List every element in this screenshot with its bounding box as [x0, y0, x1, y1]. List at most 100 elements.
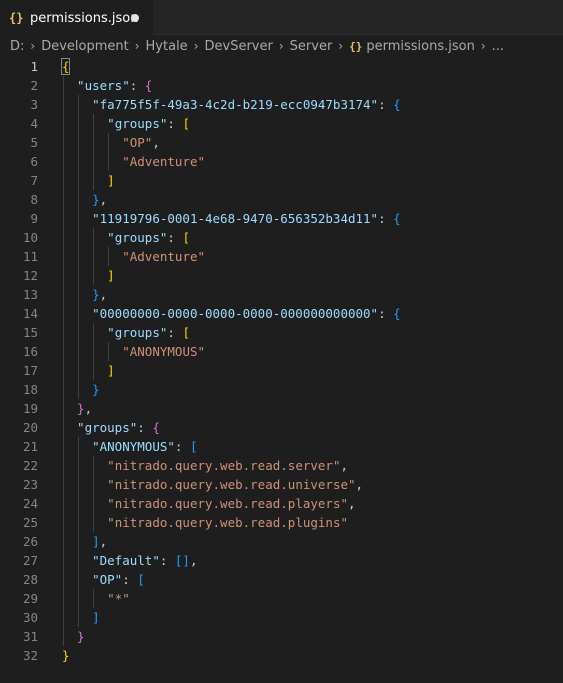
breadcrumb-drive[interactable]: D:	[10, 39, 24, 54]
code-line[interactable]: 16 "ANONYMOUS"	[0, 342, 563, 361]
indent-guide	[93, 114, 95, 190]
code-token: :	[167, 230, 183, 245]
code-text: "11919796-0001-4e68-9470-656352b34d11": …	[92, 211, 401, 226]
code-text: "Adventure"	[122, 249, 205, 264]
code-token: ,	[340, 458, 348, 473]
chevron-right-icon: ›	[338, 39, 344, 53]
code-token: "00000000-0000-0000-0000-000000000000"	[92, 306, 379, 321]
indent-guide	[78, 95, 80, 399]
code-text: "Adventure"	[122, 154, 205, 169]
code-line[interactable]: 14 "00000000-0000-0000-0000-000000000000"…	[0, 304, 563, 323]
code-line[interactable]: 9 "11919796-0001-4e68-9470-656352b34d11":…	[0, 209, 563, 228]
line-number: 10	[22, 230, 38, 245]
code-token: :	[378, 211, 394, 226]
code-text: "00000000-0000-0000-0000-000000000000": …	[92, 306, 401, 321]
line-number: 7	[30, 173, 38, 188]
unsaved-changes-dot-icon[interactable]	[131, 14, 139, 22]
code-token: [	[182, 230, 190, 245]
code-line[interactable]: 11 "Adventure"	[0, 247, 563, 266]
breadcrumb-file[interactable]: permissions.json	[366, 39, 474, 54]
code-text: "ANONYMOUS"	[122, 344, 205, 359]
code-text: "groups": [	[107, 230, 190, 245]
breadcrumb-devserver[interactable]: DevServer	[205, 39, 273, 54]
line-number: 26	[22, 534, 38, 549]
indent-guide	[108, 247, 110, 266]
code-line[interactable]: 25 "nitrado.query.web.read.plugins"	[0, 513, 563, 532]
code-line[interactable]: 6 "Adventure"	[0, 152, 563, 171]
code-token: ,	[99, 534, 108, 549]
code-token: ,	[84, 401, 93, 416]
code-token: }	[92, 287, 100, 302]
code-text: "nitrado.query.web.read.plugins"	[107, 515, 348, 530]
code-line[interactable]: 4 "groups": [	[0, 114, 563, 133]
code-token: "11919796-0001-4e68-9470-656352b34d11"	[92, 211, 379, 226]
line-number: 15	[22, 325, 38, 340]
code-token: {	[393, 97, 401, 112]
code-editor[interactable]: 1{2 "users": {3 "fa775f5f-49a3-4c2d-b219-e…	[0, 57, 563, 683]
chevron-right-icon: ›	[134, 39, 140, 53]
code-token: {	[393, 211, 401, 226]
code-line[interactable]: 8},	[0, 190, 563, 209]
code-token: [	[137, 572, 145, 587]
code-line[interactable]: 27 "Default": [],	[0, 551, 563, 570]
code-line[interactable]: 30]	[0, 608, 563, 627]
line-number: 12	[22, 268, 38, 283]
code-token: ]	[107, 363, 115, 378]
code-token: "ANONYMOUS"	[122, 344, 206, 359]
code-token: "groups"	[77, 420, 138, 435]
code-line[interactable]: 1{	[0, 57, 563, 76]
code-line[interactable]: 15 "groups": [	[0, 323, 563, 342]
code-line[interactable]: 21 "ANONYMOUS": [	[0, 437, 563, 456]
code-line[interactable]: 26],	[0, 532, 563, 551]
code-line[interactable]: 31}	[0, 627, 563, 646]
code-line[interactable]: 18}	[0, 380, 563, 399]
code-line[interactable]: 2 "users": {	[0, 76, 563, 95]
code-line[interactable]: 13},	[0, 285, 563, 304]
code-line[interactable]: 19},	[0, 399, 563, 418]
line-number: 29	[22, 591, 38, 606]
tab-label: permissions.json	[30, 10, 139, 26]
code-token: }	[77, 629, 85, 644]
line-number: 18	[22, 382, 38, 397]
code-token: "OP"	[122, 135, 153, 150]
breadcrumb-development[interactable]: Development	[41, 39, 129, 54]
code-line[interactable]: 28 "OP": [	[0, 570, 563, 589]
code-token: }	[92, 192, 100, 207]
code-text: "ANONYMOUS": [	[92, 439, 197, 454]
code-token: "Adventure"	[122, 154, 206, 169]
code-text: "nitrado.query.web.read.universe",	[107, 477, 363, 492]
code-line[interactable]: 24 "nitrado.query.web.read.players",	[0, 494, 563, 513]
line-number: 8	[30, 192, 38, 207]
code-token: "nitrado.query.web.read.universe"	[107, 477, 356, 492]
code-text: "groups": [	[107, 325, 190, 340]
code-token: :	[137, 420, 153, 435]
code-line[interactable]: 7]	[0, 171, 563, 190]
bracket-match-highlight	[61, 58, 70, 75]
code-line[interactable]: 29 "*"	[0, 589, 563, 608]
code-token: "groups"	[107, 230, 168, 245]
code-line[interactable]: 23 "nitrado.query.web.read.universe",	[0, 475, 563, 494]
tab-permissions-json[interactable]: {} permissions.json	[0, 0, 153, 35]
code-line[interactable]: 5 "OP",	[0, 133, 563, 152]
indent-guide	[78, 437, 80, 627]
breadcrumb-symbol-ellipsis[interactable]: ...	[492, 39, 504, 54]
code-token: ,	[99, 287, 108, 302]
breadcrumb-server[interactable]: Server	[290, 39, 333, 54]
chevron-right-icon: ›	[30, 39, 36, 53]
code-line[interactable]: 12]	[0, 266, 563, 285]
code-text: "fa775f5f-49a3-4c2d-b219-ecc0947b3174": …	[92, 97, 401, 112]
code-line[interactable]: 10 "groups": [	[0, 228, 563, 247]
code-text: "groups": [	[107, 116, 190, 131]
code-text: ],	[92, 534, 107, 549]
code-line[interactable]: 20 "groups": {	[0, 418, 563, 437]
code-token: "users"	[77, 78, 130, 93]
code-token: ]	[107, 173, 115, 188]
code-token: ,	[189, 553, 198, 568]
code-line[interactable]: 32}	[0, 646, 563, 665]
code-token: [	[182, 116, 190, 131]
breadcrumb-hytale[interactable]: Hytale	[146, 39, 188, 54]
code-token: "fa775f5f-49a3-4c2d-b219-ecc0947b3174"	[92, 97, 379, 112]
code-line[interactable]: 22 "nitrado.query.web.read.server",	[0, 456, 563, 475]
code-line[interactable]: 17]	[0, 361, 563, 380]
code-line[interactable]: 3 "fa775f5f-49a3-4c2d-b219-ecc0947b3174":…	[0, 95, 563, 114]
